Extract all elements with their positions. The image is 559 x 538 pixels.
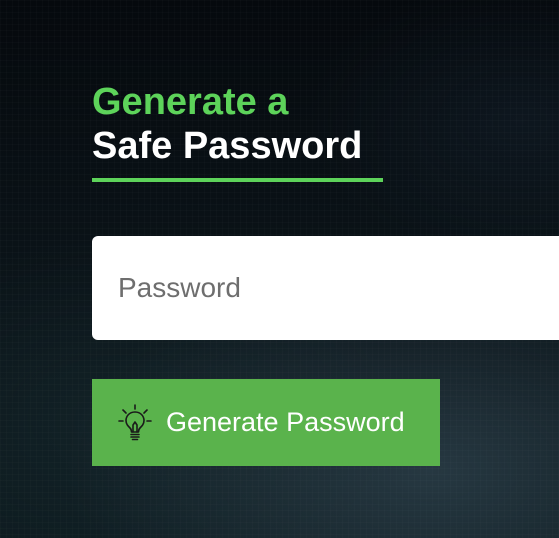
lightbulb-icon bbox=[118, 403, 152, 443]
generate-password-button[interactable]: Generate Password bbox=[92, 379, 440, 466]
title-underline bbox=[92, 178, 383, 182]
page-title: Generate a Safe Password bbox=[92, 80, 383, 168]
title-line-1: Generate a bbox=[92, 81, 289, 123]
generate-button-label: Generate Password bbox=[166, 407, 405, 437]
generator-panel: Generate a Safe Password bbox=[92, 80, 383, 182]
password-input[interactable] bbox=[92, 236, 559, 340]
title-line-2: Safe Password bbox=[92, 125, 363, 167]
